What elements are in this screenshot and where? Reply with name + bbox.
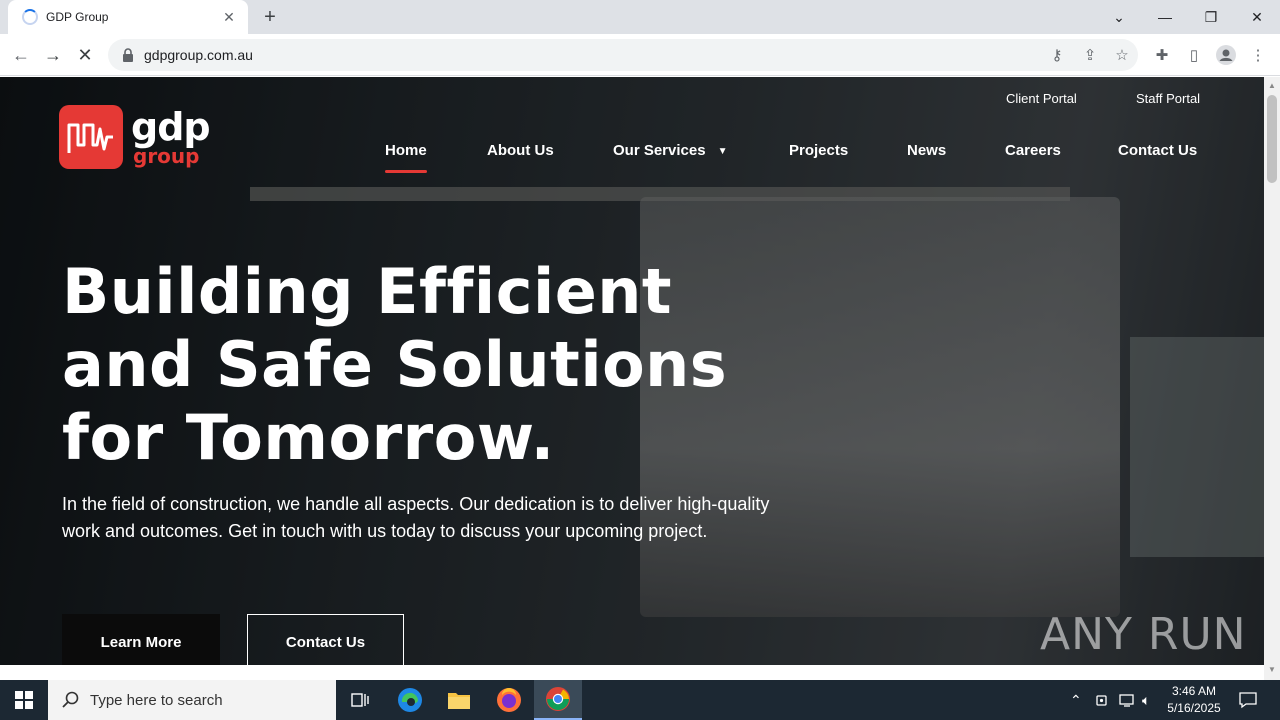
system-clock[interactable]: 3:46 AM 5/16/2025 — [1160, 683, 1228, 717]
page-scrollbar[interactable]: ▲ ▼ — [1264, 77, 1280, 680]
browser-menu-icon[interactable]: ⋮ — [1245, 42, 1271, 68]
hero-subtitle: In the field of construction, we handle … — [62, 494, 770, 541]
lock-icon — [123, 48, 133, 62]
scrollbar-thumb[interactable] — [1267, 95, 1277, 183]
back-button[interactable]: ← — [8, 42, 34, 68]
search-icon — [62, 691, 79, 708]
windows-logo-icon — [15, 691, 33, 709]
nav-careers[interactable]: Careers — [1005, 142, 1061, 159]
minimize-button[interactable]: — — [1142, 0, 1188, 34]
nav-home[interactable]: Home — [385, 142, 427, 173]
tab-title: GDP Group — [46, 10, 109, 24]
browser-tab-strip: GDP Group ✕ + ⌄ — ❐ ✕ — [0, 0, 1280, 34]
start-button[interactable] — [0, 680, 48, 720]
loading-spinner-icon — [22, 9, 38, 25]
hero-section: gdp group Client Portal Staff Portal Hom… — [0, 77, 1264, 665]
edge-browser-icon[interactable] — [386, 680, 434, 720]
clock-time: 3:46 AM — [1171, 684, 1217, 698]
extensions-icon[interactable]: ✚ — [1149, 42, 1175, 68]
scroll-up-icon[interactable]: ▲ — [1268, 81, 1276, 90]
windows-taskbar: Type here to search ⌃ 🔈︎ 3:46 AM 5/16/20… — [0, 680, 1280, 720]
firefox-icon[interactable] — [485, 680, 533, 720]
url-text: gdpgroup.com.au — [144, 47, 253, 63]
tab-close-icon[interactable]: ✕ — [220, 9, 238, 26]
client-portal-link[interactable]: Client Portal — [1006, 91, 1077, 106]
share-icon[interactable]: ⇪ — [1077, 42, 1103, 68]
restore-button[interactable]: ❐ — [1188, 0, 1234, 34]
learn-more-button[interactable]: Learn More — [62, 614, 220, 665]
page-bottom-edge — [0, 665, 1264, 680]
file-explorer-icon[interactable] — [435, 680, 483, 720]
task-view-icon[interactable] — [336, 680, 384, 720]
logo-mark-icon — [59, 105, 123, 169]
nav-projects[interactable]: Projects — [789, 142, 848, 159]
scroll-down-icon[interactable]: ▼ — [1268, 665, 1276, 674]
contact-us-button[interactable]: Contact Us — [247, 614, 404, 665]
network-icon[interactable] — [1118, 680, 1136, 720]
hero-title-line: for Tomorrow. — [62, 401, 555, 474]
window-close-button[interactable]: ✕ — [1234, 0, 1280, 34]
new-tab-button[interactable]: + — [258, 5, 282, 29]
address-bar[interactable]: gdpgroup.com.au — [108, 39, 1138, 71]
side-panel-icon[interactable]: ▯ — [1181, 42, 1207, 68]
staff-portal-link[interactable]: Staff Portal — [1136, 91, 1200, 106]
site-logo[interactable]: gdp group — [59, 105, 211, 169]
browser-toolbar: ← → ✕ gdpgroup.com.au ⚷ ⇪ ☆ ✚ ▯ ⋮ — [0, 34, 1280, 76]
show-hidden-icons[interactable]: ⌃ — [1070, 680, 1082, 720]
volume-icon[interactable]: 🔈︎ — [1142, 680, 1150, 720]
nav-about-us[interactable]: About Us — [487, 142, 554, 159]
hero-title: Building Efficient and Safe Solutions fo… — [62, 255, 822, 474]
clock-date: 5/16/2025 — [1167, 701, 1221, 715]
profile-avatar-icon[interactable] — [1213, 42, 1239, 68]
chrome-icon[interactable] — [534, 680, 582, 720]
nav-our-services-label: Our Services — [613, 142, 706, 159]
browser-tab[interactable]: GDP Group ✕ — [8, 0, 248, 34]
search-placeholder: Type here to search — [90, 691, 223, 709]
nav-contact-us[interactable]: Contact Us — [1118, 142, 1197, 159]
key-icon[interactable]: ⚷ — [1044, 42, 1070, 68]
meet-now-icon[interactable] — [1094, 680, 1110, 720]
anyrun-watermark: ANY RUN — [1040, 609, 1247, 660]
forward-button[interactable]: → — [40, 42, 66, 68]
notification-center-icon[interactable] — [1238, 680, 1258, 720]
hero-title-line: Building Efficient — [62, 255, 673, 328]
taskbar-search-box[interactable]: Type here to search — [48, 680, 336, 720]
hero-title-line: and Safe Solutions — [62, 328, 728, 401]
stop-loading-button[interactable]: ✕ — [72, 42, 98, 68]
nav-our-services[interactable]: Our Services ▼ — [613, 142, 727, 159]
logo-text: gdp — [131, 105, 211, 149]
tab-search-icon[interactable]: ⌄ — [1096, 0, 1142, 34]
logo-subtext: group — [133, 144, 200, 168]
chevron-down-icon: ▼ — [717, 145, 728, 157]
bookmark-star-icon[interactable]: ☆ — [1109, 42, 1135, 68]
nav-news[interactable]: News — [907, 142, 946, 159]
